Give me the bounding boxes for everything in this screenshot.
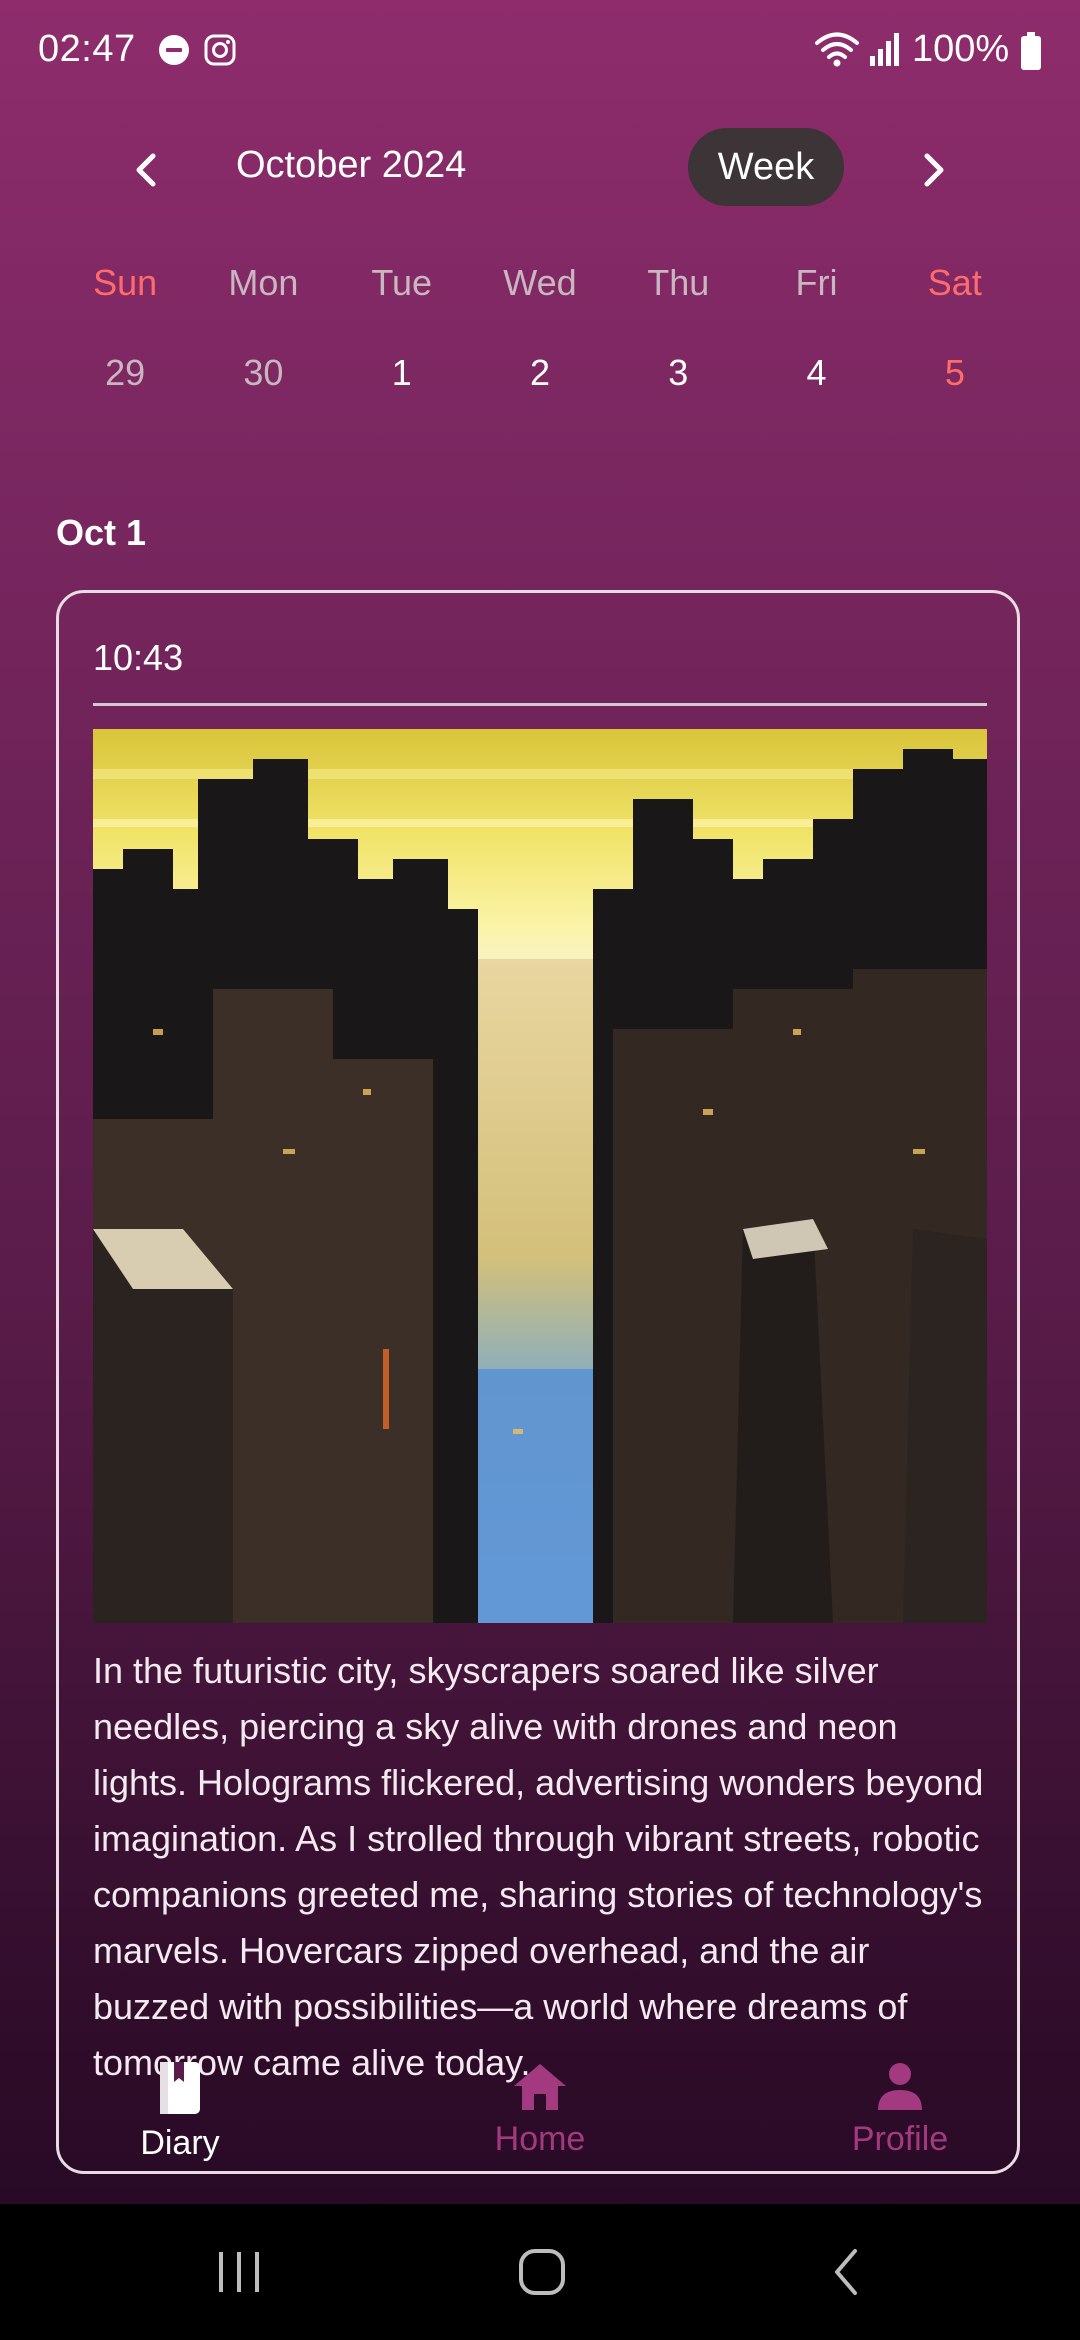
date-section-label: Oct 1	[56, 512, 147, 553]
recents-icon	[219, 2252, 259, 2292]
prev-week-button[interactable]	[116, 140, 176, 200]
diary-entry-card[interactable]: 10:43 In the futuristic city, skyscraper…	[56, 590, 1020, 2174]
dow-sun: Sun	[93, 262, 158, 303]
calendar-header: October 2024 Week	[0, 120, 1080, 220]
entry-divider	[93, 703, 987, 706]
date-cell[interactable]: 3	[609, 352, 747, 394]
date-row: 29 30 1 2 3 4 5	[56, 352, 1024, 394]
day-of-week-row: Sun Mon Tue Wed Thu Fri Sat	[56, 262, 1024, 304]
nav-diary[interactable]: Diary	[80, 2060, 280, 2163]
dow-mon: Mon	[228, 262, 299, 303]
battery-icon	[1020, 32, 1042, 75]
back-icon	[835, 2249, 857, 2295]
entry-image	[93, 729, 987, 1623]
entry-time: 10:43	[93, 637, 184, 678]
person-icon	[878, 2063, 922, 2110]
system-navigation-bar	[0, 2204, 1080, 2340]
nav-profile-label: Profile	[851, 2120, 949, 2158]
instagram-icon	[204, 34, 236, 71]
dow-thu: Thu	[647, 262, 710, 303]
wifi-icon	[814, 30, 860, 73]
signal-icon	[868, 32, 900, 71]
recents-button[interactable]	[200, 2244, 280, 2300]
date-cell[interactable]: 29	[56, 352, 194, 394]
status-bar: 02:47 100%	[0, 0, 1080, 104]
nav-home[interactable]: Home	[440, 2060, 640, 2159]
dow-sat: Sat	[927, 262, 982, 303]
next-week-button[interactable]	[904, 140, 964, 200]
nav-home-label: Home	[494, 2120, 586, 2158]
book-icon	[160, 2062, 200, 2114]
month-title: October 2024	[236, 144, 467, 186]
dow-tue: Tue	[371, 262, 433, 303]
nav-diary-label: Diary	[140, 2124, 220, 2162]
chevron-right-icon	[924, 153, 944, 187]
back-button[interactable]	[806, 2244, 886, 2300]
week-view-toggle[interactable]: Week	[688, 128, 844, 206]
dow-fri: Fri	[795, 262, 838, 303]
home-system-button[interactable]	[502, 2244, 582, 2300]
do-not-disturb-icon	[158, 34, 190, 71]
home-circle-icon	[519, 2249, 565, 2295]
date-cell[interactable]: 4	[747, 352, 885, 394]
date-cell[interactable]: 30	[194, 352, 332, 394]
dow-wed: Wed	[503, 262, 577, 303]
bottom-navigation: Diary Home Profile	[0, 2060, 1080, 2190]
status-time: 02:47	[38, 28, 136, 70]
date-cell[interactable]: 1	[333, 352, 471, 394]
chevron-left-icon	[136, 153, 156, 187]
home-icon	[514, 2064, 566, 2110]
date-cell[interactable]: 2	[471, 352, 609, 394]
date-cell[interactable]: 5	[886, 352, 1024, 394]
entry-text: In the futuristic city, skyscrapers soar…	[93, 1650, 984, 2083]
nav-profile[interactable]: Profile	[800, 2060, 1000, 2159]
battery-percentage: 100%	[912, 28, 1010, 70]
